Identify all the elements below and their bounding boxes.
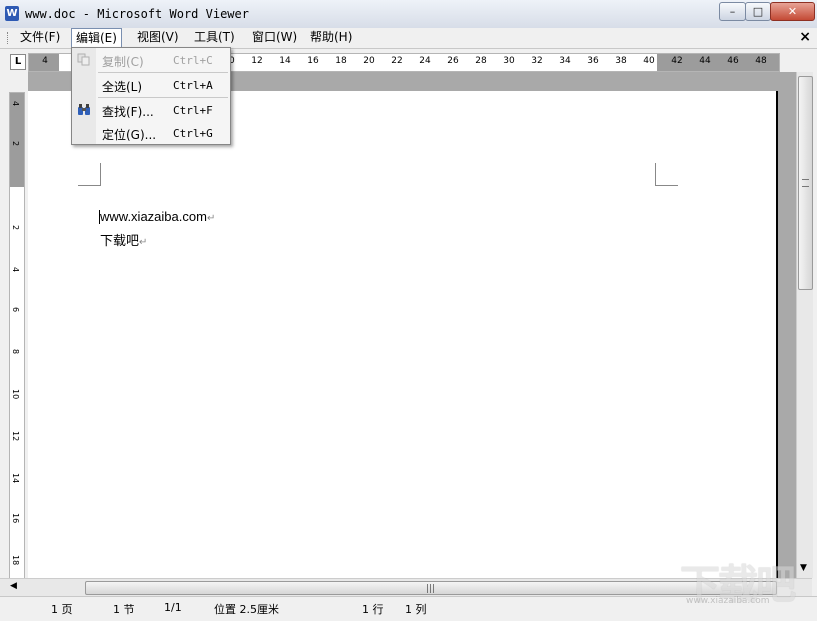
ruler-h-number: 46: [727, 56, 739, 66]
goto-shortcut: Ctrl+G: [173, 127, 213, 140]
menu-separator: [98, 72, 228, 73]
close-icon: ✕: [787, 5, 798, 18]
thumb-grip: [802, 179, 809, 187]
toolbar-grip[interactable]: [7, 32, 10, 44]
copy-icon: [77, 53, 90, 66]
ruler-h-number: 28: [475, 56, 487, 66]
tab-stop-selector[interactable]: L: [10, 54, 26, 70]
select-all-shortcut: Ctrl+A: [173, 79, 213, 92]
find-shortcut: Ctrl+F: [173, 104, 213, 117]
menu-help[interactable]: 帮助(H): [306, 29, 356, 46]
menu-edit[interactable]: 编辑(E): [71, 28, 122, 48]
menu-window[interactable]: 窗口(W): [248, 29, 301, 46]
minimize-button[interactable]: –: [719, 2, 746, 21]
ruler-h-number: 38: [615, 56, 627, 66]
ruler-v-number: 4: [11, 101, 20, 107]
ruler-h-number: 20: [363, 56, 375, 66]
status-line: 1 行: [362, 603, 384, 616]
ruler-h-number: 4: [42, 56, 48, 66]
ruler-v-number: 18: [11, 555, 20, 566]
menu-item-copy[interactable]: 复制(C) Ctrl+C: [72, 49, 230, 71]
status-position: 位置 2.5厘米: [214, 603, 279, 616]
ruler-h-number: 36: [587, 56, 599, 66]
menu-tools[interactable]: 工具(T): [190, 29, 239, 46]
ruler-v-number: 2: [11, 141, 20, 147]
goto-label: 定位(G)...: [102, 128, 157, 142]
horizontal-scroll-thumb[interactable]: |||: [85, 581, 777, 595]
vertical-ruler[interactable]: 4 2 2 4 6 8 10 12 14 16 18: [9, 92, 25, 579]
ruler-v-number: 10: [11, 389, 20, 400]
ruler-v-number: 16: [11, 513, 20, 524]
ruler-h-number: 26: [447, 56, 459, 66]
scroll-left-arrow-icon[interactable]: ◀: [10, 581, 17, 591]
ruler-h-number: 40: [643, 56, 655, 66]
window-title: www.doc - Microsoft Word Viewer: [25, 7, 249, 21]
ruler-h-number: 44: [699, 56, 711, 66]
document-line-1[interactable]: www.xiazaiba.com↵: [100, 209, 215, 224]
maximize-icon: □: [752, 5, 764, 18]
line-2-text: 下载吧: [100, 234, 140, 249]
minimize-icon: –: [729, 5, 736, 18]
document-line-2[interactable]: 下载吧↵: [100, 230, 147, 249]
menu-bar: 文件(F) 编辑(E) 视图(V) 工具(T) 窗口(W) 帮助(H) ×: [0, 28, 817, 49]
menu-item-select-all[interactable]: 全选(L) Ctrl+A: [72, 74, 230, 96]
ruler-v-number: 8: [11, 349, 20, 355]
copy-label: 复制(C): [102, 55, 144, 69]
binoculars-icon: [78, 104, 90, 115]
close-button[interactable]: ✕: [770, 2, 815, 21]
ruler-v-number: 4: [11, 267, 20, 273]
ruler-h-number: 16: [307, 56, 319, 66]
word-icon: W: [5, 6, 19, 21]
copy-shortcut: Ctrl+C: [173, 54, 213, 67]
status-column: 1 列: [405, 603, 427, 616]
document-workspace: www.xiazaiba.com↵ 下载吧↵: [28, 72, 796, 578]
ruler-margin-top: [10, 93, 24, 187]
ruler-h-number: 22: [391, 56, 403, 66]
ruler-v-number: 2: [11, 225, 20, 231]
thumb-grip: |||: [426, 584, 436, 594]
watermark: 下载吧 www.xiazaiba.com: [680, 552, 812, 608]
crop-mark-right: [655, 163, 678, 186]
paragraph-mark: ↵: [206, 213, 216, 224]
ruler-h-number: 32: [531, 56, 543, 66]
ruler-v-number: 6: [11, 307, 20, 313]
ruler-h-number: 30: [503, 56, 515, 66]
edit-menu-dropdown: 复制(C) Ctrl+C 全选(L) Ctrl+A 查找(F)... Ctrl+…: [71, 47, 231, 145]
paragraph-mark: ↵: [139, 237, 148, 248]
ruler-h-number: 34: [559, 56, 571, 66]
status-pages: 1/1: [164, 601, 182, 614]
document-close-button[interactable]: ×: [799, 29, 811, 46]
status-section: 1 节: [113, 603, 135, 616]
select-all-label: 全选(L): [102, 80, 143, 94]
watermark-url: www.xiazaiba.com: [686, 596, 770, 606]
vertical-scrollbar[interactable]: ▼: [796, 72, 813, 578]
title-bar: W www.doc - Microsoft Word Viewer – □ ✕: [0, 0, 817, 29]
ruler-h-number: 48: [755, 56, 767, 66]
ruler-h-number: 42: [671, 56, 683, 66]
maximize-button[interactable]: □: [745, 2, 771, 21]
menu-item-goto[interactable]: 定位(G)... Ctrl+G: [72, 122, 230, 144]
ruler-v-number: 12: [11, 431, 20, 442]
menu-file[interactable]: 文件(F): [16, 29, 64, 46]
document-page[interactable]: www.xiazaiba.com↵ 下载吧↵: [28, 91, 778, 578]
status-page: 1 页: [51, 603, 73, 616]
line-1-text: www.xiazaiba.com: [100, 209, 207, 224]
vertical-scroll-thumb[interactable]: [798, 76, 813, 290]
ruler-h-number: 18: [335, 56, 347, 66]
ruler-h-number: 24: [419, 56, 431, 66]
ruler-h-number: 14: [279, 56, 291, 66]
find-label: 查找(F)...: [102, 105, 154, 119]
ruler-v-number: 14: [11, 473, 20, 484]
menu-view[interactable]: 视图(V): [133, 29, 183, 46]
menu-item-find[interactable]: 查找(F)... Ctrl+F: [72, 99, 230, 121]
menu-separator: [98, 97, 228, 98]
ruler-h-number: 12: [251, 56, 263, 66]
crop-mark-left: [78, 163, 101, 186]
